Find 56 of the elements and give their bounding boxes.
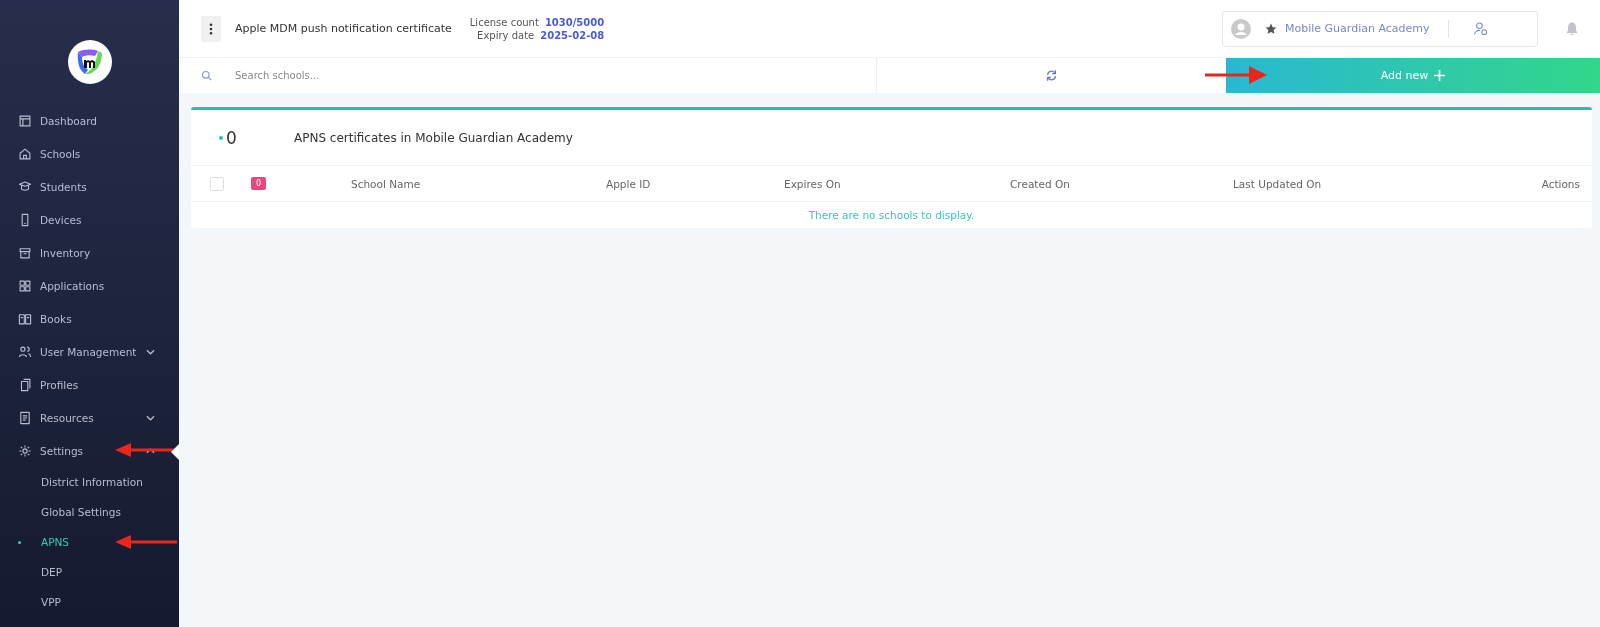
menu-icon: [18, 311, 32, 326]
more-button[interactable]: [201, 15, 221, 42]
menu-icon: [18, 245, 32, 260]
column-header: Last Updated On: [1233, 177, 1322, 190]
sidebar-subitem[interactable]: VPP: [0, 587, 179, 617]
sidebar-subitem[interactable]: Global Settings: [0, 497, 179, 527]
license-label: License count: [469, 16, 539, 28]
page-title: Apple MDM push notification certificate: [235, 22, 452, 35]
sidebar-item[interactable]: Schools: [0, 137, 179, 170]
menu-icon: [18, 443, 32, 458]
menu-icon: [18, 146, 32, 161]
star-icon: [1265, 22, 1277, 35]
user-settings-icon[interactable]: [1472, 20, 1489, 37]
menu-icon: [18, 278, 32, 293]
annotation-arrow: [115, 535, 177, 549]
column-header: School Name: [351, 177, 421, 190]
sidebar-subitem[interactable]: District Information: [0, 467, 179, 497]
empty-message: There are no schools to display.: [808, 209, 975, 221]
kebab-icon: [209, 22, 213, 35]
search-field[interactable]: Search schools...: [233, 69, 876, 82]
notification-bell-icon[interactable]: [1564, 20, 1580, 37]
logo-icon: [67, 40, 112, 84]
license-value: 1030/5000: [544, 16, 605, 28]
menu-icon: [18, 113, 32, 128]
column-header: Apple ID: [606, 177, 651, 190]
sidebar-item[interactable]: Devices: [0, 203, 179, 236]
column-header: Actions: [1541, 177, 1580, 190]
sidebar-item[interactable]: User Management: [0, 335, 179, 368]
refresh-icon: [1045, 69, 1058, 82]
avatar-icon[interactable]: [1231, 18, 1251, 39]
column-header: Created On: [1010, 177, 1070, 190]
sidebar-item[interactable]: Applications: [0, 269, 179, 302]
select-all-checkbox[interactable]: [210, 176, 224, 191]
organization-link[interactable]: Mobile Guardian Academy: [1285, 22, 1430, 35]
sidebar-item[interactable]: Dashboard: [0, 104, 179, 137]
menu-icon: [18, 377, 32, 392]
sidebar-item[interactable]: Resources: [0, 401, 179, 434]
sidebar-item[interactable]: Students: [0, 170, 179, 203]
expiry-label: Expiry date: [477, 29, 535, 41]
menu-icon: [18, 344, 32, 359]
sidebar-item[interactable]: Books: [0, 302, 179, 335]
sidebar-item[interactable]: Inventory: [0, 236, 179, 269]
annotation-arrow: [1205, 66, 1267, 84]
sidebar-item[interactable]: Profiles: [0, 368, 179, 401]
card-title: APNS certificates in Mobile Guardian Academy: [294, 130, 573, 145]
selected-count-badge: 0: [251, 177, 267, 190]
expiry-value: 2025-02-08: [540, 29, 605, 41]
sidebar-subitem[interactable]: DEP: [0, 557, 179, 587]
annotation-arrow: [115, 443, 177, 457]
menu-icon: [18, 410, 32, 425]
column-header: Expires On: [784, 177, 841, 190]
sidebar-subitem[interactable]: APNS: [0, 527, 179, 557]
certificate-count: 0: [226, 127, 238, 148]
plus-icon: [1434, 70, 1446, 81]
menu-icon: [18, 179, 32, 194]
search-icon: [201, 69, 213, 82]
